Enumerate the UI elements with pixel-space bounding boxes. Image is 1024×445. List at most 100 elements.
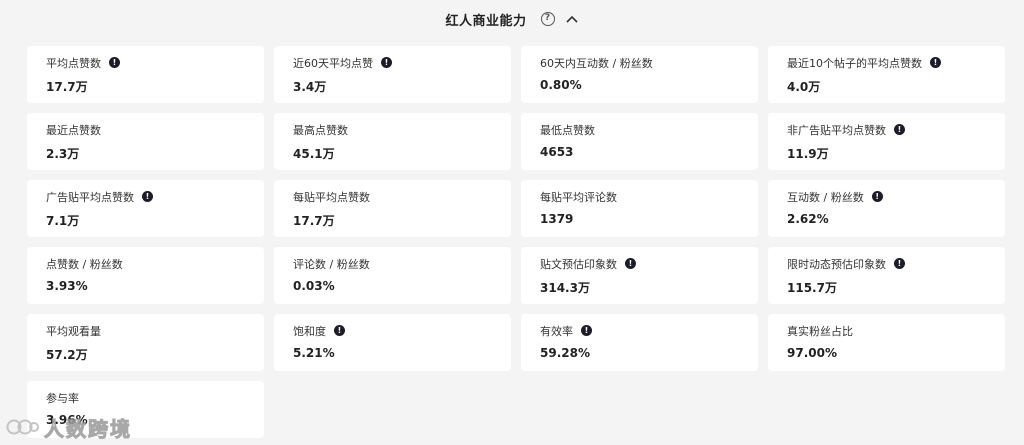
metric-card: 贴文预估印象数! 314.3万: [521, 247, 758, 304]
metric-label-row: 真实粉丝占比: [787, 323, 1005, 338]
metric-label-row: 非广告贴平均点赞数!: [787, 122, 1005, 137]
metric-label: 平均点赞数: [46, 56, 101, 70]
info-icon[interactable]: !: [871, 191, 883, 202]
metric-card: 最近10个帖子的平均点赞数! 4.0万: [768, 46, 1005, 103]
metric-card: 平均点赞数! 17.7万: [27, 46, 264, 103]
metric-card: 饱和度! 5.21%: [274, 314, 511, 371]
metric-label-row: 广告贴平均点赞数!: [46, 189, 264, 204]
metric-label: 点赞数 / 粉丝数: [46, 257, 123, 271]
metric-label-row: 评论数 / 粉丝数: [293, 256, 511, 271]
info-icon[interactable]: !: [894, 124, 905, 135]
metric-label-row: 贴文预估印象数!: [540, 256, 758, 271]
metric-value: 7.1万: [46, 214, 80, 228]
metric-value: 2.3万: [46, 147, 80, 161]
metric-label: 60天内互动数 / 粉丝数: [540, 56, 653, 70]
metric-label-row: 每贴平均点赞数: [293, 189, 511, 204]
metric-card: 每贴平均点赞数 17.7万: [274, 180, 511, 237]
metric-label: 饱和度: [293, 324, 326, 338]
metric-value: 4653: [540, 145, 574, 159]
info-icon[interactable]: !: [334, 325, 345, 336]
metric-value: 59.28%: [540, 346, 590, 360]
info-icon[interactable]: !: [109, 57, 120, 68]
metric-label: 最低点赞数: [540, 123, 595, 137]
metric-value: 1379: [540, 212, 574, 226]
metric-value: 97.00%: [787, 346, 837, 360]
metric-label-row: 限时动态预估印象数!: [787, 256, 1005, 271]
metric-value: 17.7万: [293, 214, 335, 228]
metric-label: 最高点赞数: [293, 123, 348, 137]
metric-value: 115.7万: [787, 281, 837, 295]
metric-label: 有效率: [540, 324, 573, 338]
section-title: 红人商业能力: [445, 13, 527, 29]
watermark-icon: [6, 419, 39, 435]
metric-value: 314.3万: [540, 281, 590, 295]
metric-value: 0.03%: [293, 279, 335, 293]
metric-label-row: 60天内互动数 / 粉丝数: [540, 55, 758, 70]
metric-card: 非广告贴平均点赞数! 11.9万: [768, 113, 1005, 170]
metrics-grid: 平均点赞数! 17.7万 近60天平均点赞! 3.4万 60天内互动数 / 粉丝数 0.8…: [27, 46, 1005, 438]
metric-card: 60天内互动数 / 粉丝数 0.80%: [521, 46, 758, 103]
watermark-logo: 人数跨境: [6, 412, 132, 442]
info-icon[interactable]: !: [930, 57, 941, 68]
metric-card: 最低点赞数 4653: [521, 113, 758, 170]
metric-value: 11.9万: [787, 147, 829, 161]
metric-label: 平均观看量: [46, 324, 101, 338]
metric-label: 互动数 / 粉丝数: [787, 190, 864, 204]
metric-card: 真实粉丝占比 97.00%: [768, 314, 1005, 371]
metric-value: 4.0万: [787, 80, 821, 94]
metric-label: 最近点赞数: [46, 123, 101, 137]
metric-label: 参与率: [46, 391, 79, 405]
metric-value: 45.1万: [293, 147, 335, 161]
metric-value: 2.62%: [787, 212, 829, 226]
metric-label-row: 最低点赞数: [540, 122, 758, 137]
metric-value: 0.80%: [540, 78, 582, 92]
metric-label-row: 最高点赞数: [293, 122, 511, 137]
metric-value: 17.7万: [46, 80, 88, 94]
metric-card: 有效率! 59.28%: [521, 314, 758, 371]
section-header: 红人商业能力 ?: [0, 6, 1024, 32]
metric-card: 平均观看量 57.2万: [27, 314, 264, 371]
metric-card: 点赞数 / 粉丝数 3.93%: [27, 247, 264, 304]
metric-label: 近60天平均点赞: [293, 56, 373, 70]
info-icon[interactable]: !: [581, 325, 592, 336]
metric-label: 每贴平均评论数: [540, 190, 617, 204]
metric-label-row: 互动数 / 粉丝数!: [787, 189, 1005, 204]
metric-label-row: 饱和度!: [293, 323, 511, 338]
metric-label: 非广告贴平均点赞数: [787, 123, 886, 137]
metric-label: 贴文预估印象数: [540, 257, 617, 271]
metric-label-row: 平均观看量: [46, 323, 264, 338]
metric-label-row: 近60天平均点赞!: [293, 55, 511, 70]
metric-label-row: 每贴平均评论数: [540, 189, 758, 204]
info-icon[interactable]: !: [625, 258, 636, 269]
metric-card: 最近点赞数 2.3万: [27, 113, 264, 170]
help-icon[interactable]: ?: [540, 12, 555, 26]
metric-label-row: 参与率: [46, 390, 264, 405]
metric-card: 最高点赞数 45.1万: [274, 113, 511, 170]
metric-label-row: 平均点赞数!: [46, 55, 264, 70]
metric-card: 互动数 / 粉丝数! 2.62%: [768, 180, 1005, 237]
metric-label: 广告贴平均点赞数: [46, 190, 134, 204]
metric-card: 近60天平均点赞! 3.4万: [274, 46, 511, 103]
metric-label-row: 有效率!: [540, 323, 758, 338]
metric-label: 评论数 / 粉丝数: [293, 257, 370, 271]
watermark-text: 人数跨境: [44, 416, 132, 441]
metric-label: 每贴平均点赞数: [293, 190, 370, 204]
info-icon[interactable]: !: [894, 258, 905, 269]
metric-label: 最近10个帖子的平均点赞数: [787, 56, 922, 70]
metric-card: 每贴平均评论数 1379: [521, 180, 758, 237]
metric-label-row: 最近10个帖子的平均点赞数!: [787, 55, 1005, 70]
metric-label-row: 最近点赞数: [46, 122, 264, 137]
info-icon[interactable]: !: [381, 57, 392, 68]
info-icon[interactable]: !: [142, 191, 153, 202]
metric-card: 限时动态预估印象数! 115.7万: [768, 247, 1005, 304]
metric-label: 限时动态预估印象数: [787, 257, 886, 271]
metric-value: 3.93%: [46, 279, 88, 293]
metric-value: 57.2万: [46, 348, 88, 362]
metric-label-row: 点赞数 / 粉丝数: [46, 256, 264, 271]
metric-value: 5.21%: [293, 346, 335, 360]
metric-value: 3.4万: [293, 80, 327, 94]
metric-label: 真实粉丝占比: [787, 324, 853, 338]
chevron-up-icon[interactable]: [565, 12, 579, 26]
metric-card: 广告贴平均点赞数! 7.1万: [27, 180, 264, 237]
metric-card: 评论数 / 粉丝数 0.03%: [274, 247, 511, 304]
